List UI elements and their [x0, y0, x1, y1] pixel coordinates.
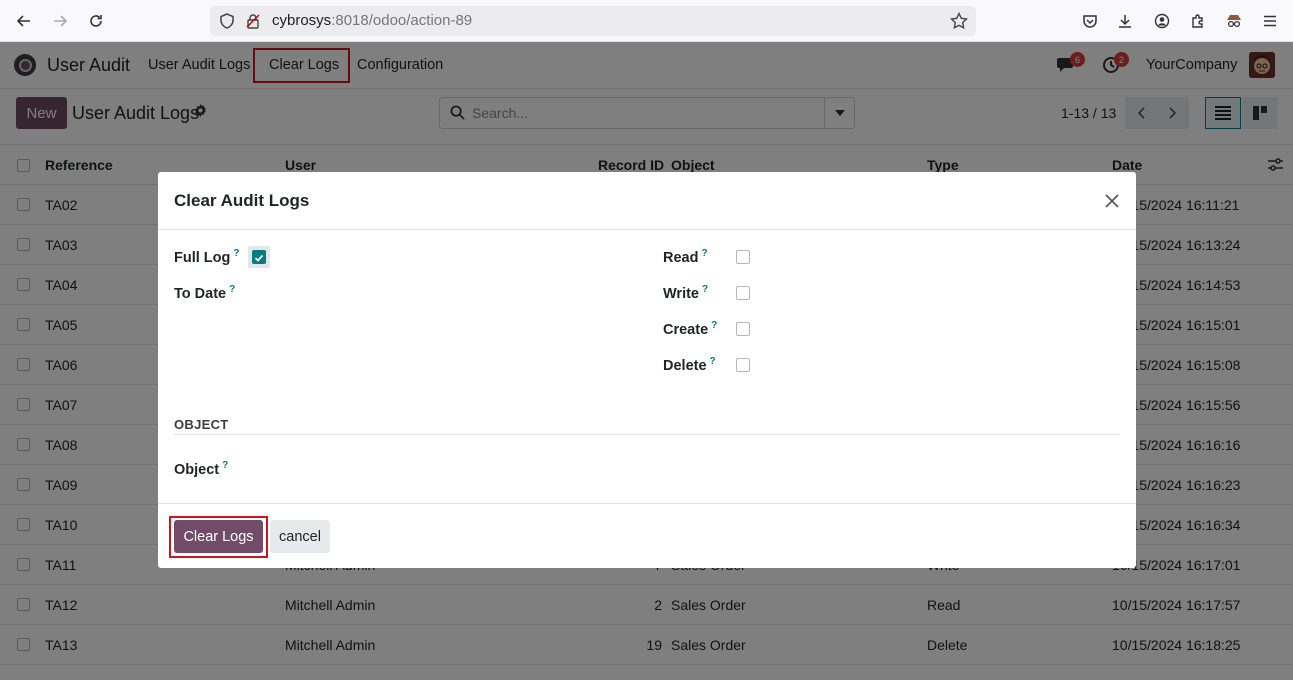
create-checkbox[interactable] — [736, 322, 750, 336]
help-tooltip-icon[interactable]: ? — [702, 284, 708, 295]
downloads-icon[interactable] — [1115, 11, 1135, 31]
reload-icon[interactable] — [84, 9, 108, 33]
clear-logs-button[interactable]: Clear Logs — [174, 520, 263, 553]
help-tooltip-icon[interactable]: ? — [710, 356, 716, 367]
full-log-checkbox[interactable] — [252, 250, 266, 264]
write-checkbox[interactable] — [736, 286, 750, 300]
cancel-button[interactable]: cancel — [270, 520, 330, 553]
dialog-header: Clear Audit Logs — [158, 172, 1136, 230]
help-tooltip-icon[interactable]: ? — [233, 248, 239, 259]
tracking-protection-icon[interactable] — [218, 12, 236, 30]
pocket-icon[interactable] — [1080, 11, 1100, 31]
close-icon[interactable] — [1102, 191, 1122, 211]
delete-label: Delete? — [663, 356, 716, 374]
forward-icon[interactable] — [48, 9, 72, 33]
help-tooltip-icon[interactable]: ? — [229, 284, 235, 295]
object-label: Object? — [174, 460, 229, 478]
incognito-extension-icon[interactable] — [1224, 11, 1244, 31]
help-tooltip-icon[interactable]: ? — [701, 248, 707, 259]
help-tooltip-icon[interactable]: ? — [711, 320, 717, 331]
object-section-title: OBJECT — [174, 417, 229, 432]
bookmark-star-icon[interactable] — [950, 12, 968, 30]
clear-audit-logs-dialog: Clear Audit Logs Full Log? To Date? Read… — [158, 172, 1136, 568]
dialog-title: Clear Audit Logs — [174, 191, 310, 210]
url-text[interactable]: cybrosys:8018/odoo/action-89 — [272, 12, 472, 30]
help-tooltip-icon[interactable]: ? — [222, 460, 228, 471]
extensions-icon[interactable] — [1188, 11, 1208, 31]
read-checkbox[interactable] — [736, 250, 750, 264]
dialog-body: Full Log? To Date? Read? Write? Create? … — [158, 230, 1136, 503]
checkmark-icon — [254, 254, 264, 262]
to-date-label: To Date? — [174, 284, 236, 302]
url-bar[interactable]: cybrosys:8018/odoo/action-89 — [210, 6, 976, 36]
back-icon[interactable] — [12, 9, 36, 33]
account-icon[interactable] — [1152, 11, 1172, 31]
read-label: Read? — [663, 248, 708, 266]
write-label: Write? — [663, 284, 709, 302]
browser-toolbar: cybrosys:8018/odoo/action-89 — [0, 0, 1293, 42]
delete-checkbox[interactable] — [736, 358, 750, 372]
full-log-label: Full Log? — [174, 248, 240, 266]
full-log-checkbox-focus — [248, 246, 270, 268]
insecure-lock-icon[interactable] — [244, 12, 262, 30]
create-label: Create? — [663, 320, 718, 338]
section-divider — [174, 434, 1120, 435]
dialog-footer: Clear Logs cancel — [158, 503, 1136, 568]
hamburger-menu-icon[interactable] — [1260, 11, 1280, 31]
